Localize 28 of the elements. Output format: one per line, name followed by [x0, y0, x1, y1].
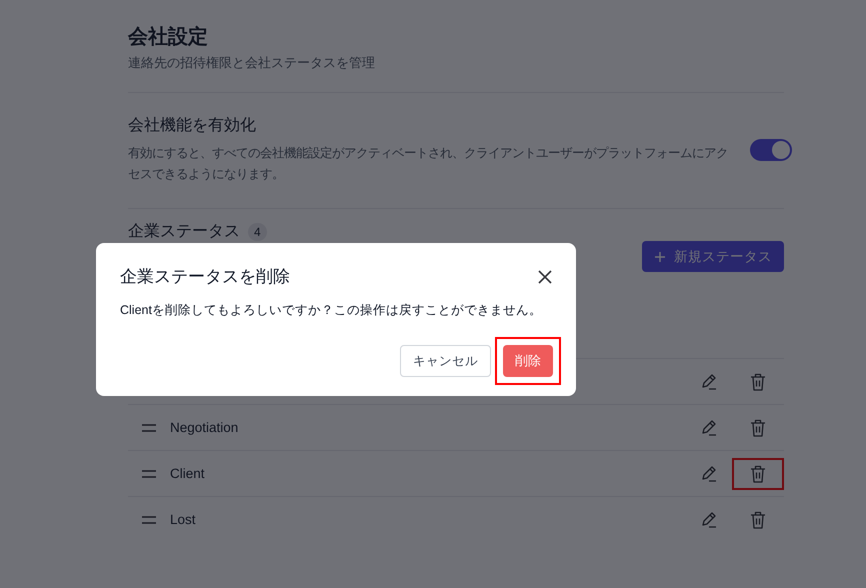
- section-description: 有効にすると、すべての会社機能設定がアクティベートされ、クライアントユーザーがプラットフォームにアクセスできるようになります。: [128, 145, 729, 183]
- pencil-icon[interactable]: [700, 510, 718, 528]
- page-subtitle: 連絡先の招待権限と会社ステータスを管理: [128, 54, 376, 72]
- dialog-message: Clientを削除してもよろしいですか？この操作は戻すことができません。: [120, 302, 543, 319]
- count-badge: 4: [248, 223, 267, 241]
- pencil-icon[interactable]: [700, 464, 718, 482]
- trash-icon[interactable]: [750, 372, 766, 390]
- page-title: 会社設定: [128, 24, 209, 50]
- section-title: 会社機能を有効化: [128, 116, 257, 136]
- trash-icon[interactable]: [750, 510, 766, 528]
- status-name: Negotiation: [170, 420, 238, 435]
- cancel-button[interactable]: キャンセル: [400, 345, 491, 377]
- trash-icon[interactable]: [750, 418, 766, 436]
- drag-handle-icon[interactable]: [142, 516, 156, 524]
- pencil-icon[interactable]: [700, 418, 718, 436]
- status-name: Lost: [170, 512, 196, 527]
- plus-icon: [654, 250, 666, 262]
- close-icon[interactable]: [538, 270, 552, 284]
- toggle-switch[interactable]: [750, 139, 792, 161]
- drag-handle-icon[interactable]: [142, 424, 156, 432]
- new-status-button[interactable]: 新規ステータス: [642, 241, 784, 272]
- status-name: Client: [170, 466, 205, 481]
- section-title: 企業ステータス: [128, 222, 240, 242]
- pencil-icon[interactable]: [700, 372, 718, 390]
- dialog-title: 企業ステータスを削除: [120, 266, 290, 288]
- trash-icon[interactable]: [750, 464, 766, 482]
- delete-button[interactable]: 削除: [503, 345, 553, 377]
- drag-handle-icon[interactable]: [142, 470, 156, 478]
